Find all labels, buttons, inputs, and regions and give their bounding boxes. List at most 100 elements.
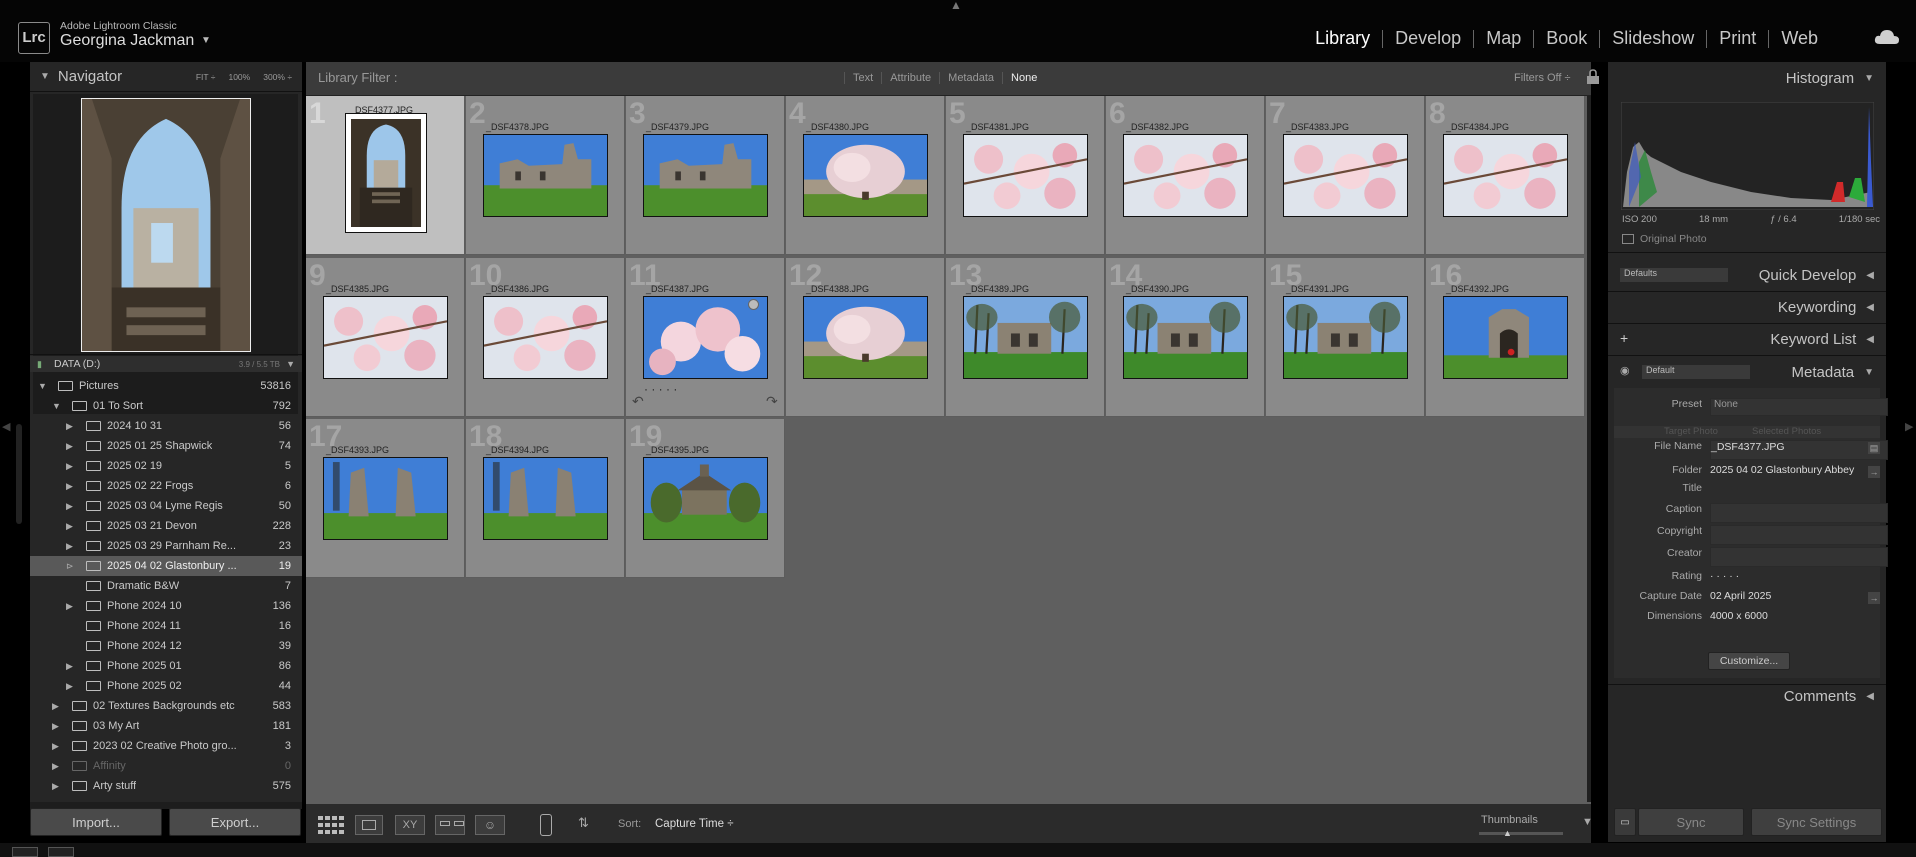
expand-arrow-icon[interactable]: ▶: [66, 421, 73, 432]
folder-row[interactable]: ▶ 2023 02 Creative Photo gro... 3: [30, 736, 302, 756]
expand-arrow-icon[interactable]: ▶: [66, 521, 73, 532]
filter-attribute[interactable]: Attribute: [890, 72, 931, 84]
photo-thumbnail[interactable]: [483, 295, 608, 379]
folder-row[interactable]: ▶ 2024 10 31 56: [30, 416, 302, 436]
expand-arrow-icon[interactable]: ▶: [66, 441, 73, 452]
selected-photos-tab[interactable]: Selected Photos: [1752, 426, 1821, 437]
survey-view-icon[interactable]: [435, 815, 465, 835]
export-button[interactable]: Export...: [169, 808, 301, 836]
metadata-action-icon[interactable]: →: [1868, 592, 1880, 604]
filters-off-dropdown[interactable]: Filters Off ÷: [1514, 72, 1571, 84]
expand-arrow-icon[interactable]: ▶: [52, 761, 59, 772]
sort-dropdown[interactable]: Capture Time ÷: [655, 818, 734, 830]
grid-view-icon[interactable]: [317, 815, 345, 835]
expand-arrow-icon[interactable]: ▼: [38, 381, 47, 391]
folder-row[interactable]: ▶ 02 Textures Backgrounds etc 583: [30, 696, 302, 716]
expand-arrow-icon[interactable]: ▶: [66, 601, 73, 612]
folder-row[interactable]: ▶ 2025 03 21 Devon 228: [30, 516, 302, 536]
thumbnail-cell[interactable]: 15 _DSF4391.JPG: [1266, 257, 1425, 417]
module-print[interactable]: Print: [1707, 28, 1768, 49]
metadata-value[interactable]: 4000 x 6000: [1710, 610, 1888, 628]
folder-row[interactable]: Phone 2024 11 16: [30, 616, 302, 636]
thumbnail-cell[interactable]: 18 _DSF4394.JPG: [466, 419, 625, 578]
module-web[interactable]: Web: [1769, 28, 1830, 49]
photo-thumbnail[interactable]: [1443, 295, 1568, 379]
toolbar-menu-icon[interactable]: ▼: [1582, 816, 1593, 828]
expand-arrow-icon[interactable]: ▶: [66, 461, 73, 472]
folder-row[interactable]: ▼ 01 To Sort 792: [30, 396, 302, 416]
expand-arrow-icon[interactable]: ▶: [52, 721, 59, 732]
expand-arrow-icon[interactable]: ▼: [52, 401, 61, 411]
collapse-top-panel-icon[interactable]: ▲: [950, 0, 962, 12]
photo-thumbnail[interactable]: [1123, 134, 1248, 217]
folder-row[interactable]: ▶ Phone 2025 01 86: [30, 656, 302, 676]
photo-thumbnail[interactable]: [963, 134, 1088, 217]
photo-thumbnail[interactable]: [1123, 295, 1248, 379]
photo-thumbnail[interactable]: [483, 457, 608, 540]
module-develop[interactable]: Develop: [1383, 28, 1473, 49]
module-library[interactable]: Library: [1303, 28, 1382, 49]
folder-row[interactable]: ▼ Pictures 53816: [30, 376, 302, 396]
left-scrollbar-track[interactable]: [16, 424, 22, 524]
star-rating[interactable]: · · · · ·: [644, 382, 677, 396]
rotate-right-icon[interactable]: ↷: [766, 393, 778, 410]
expand-arrow-icon[interactable]: ▶: [52, 781, 59, 792]
photo-thumbnail[interactable]: [345, 113, 427, 233]
thumbnail-cell[interactable]: 1 _DSF4377.JPG: [306, 96, 465, 255]
expand-arrow-icon[interactable]: ▶: [52, 741, 59, 752]
metadata-action-icon[interactable]: →: [1868, 466, 1880, 478]
metadata-value[interactable]: · · · · ·: [1710, 570, 1888, 588]
metadata-action-icon[interactable]: ▤: [1868, 442, 1880, 454]
folder-row[interactable]: ▶ 2025 02 22 Frogs 6: [30, 476, 302, 496]
folder-row[interactable]: ▶ 2025 01 25 Shapwick 74: [30, 436, 302, 456]
photo-thumbnail[interactable]: [643, 457, 768, 540]
thumbnail-cell[interactable]: 4 _DSF4380.JPG: [786, 96, 945, 255]
import-button[interactable]: Import...: [30, 808, 162, 836]
lock-icon[interactable]: [1586, 69, 1600, 85]
navigator-image[interactable]: [81, 98, 251, 352]
sync-toggle-icon[interactable]: ▭: [1614, 808, 1636, 836]
module-book[interactable]: Book: [1534, 28, 1599, 49]
expand-arrow-icon[interactable]: ▶: [66, 481, 73, 492]
thumbnail-cell[interactable]: 11 _DSF4387.JPG · · · · · ↶ ↷: [626, 257, 785, 417]
photo-thumbnail[interactable]: [643, 134, 768, 217]
thumbnail-size-handle[interactable]: ▲: [1503, 828, 1512, 838]
thumbnail-cell[interactable]: 2 _DSF4378.JPG: [466, 96, 625, 255]
folder-row[interactable]: ▶ Phone 2024 10 136: [30, 596, 302, 616]
metadata-collapse-icon[interactable]: ▼: [1864, 367, 1874, 378]
thumbnail-cell[interactable]: 9 _DSF4385.JPG: [306, 257, 465, 417]
photo-thumbnail[interactable]: [1283, 134, 1408, 217]
identity-dropdown-icon[interactable]: ▼: [201, 35, 211, 46]
quick-collection-icon[interactable]: [748, 298, 759, 310]
quick-develop-header[interactable]: Quick Develop ◀: [1608, 259, 1886, 291]
metadata-value[interactable]: 2025 04 02 Glastonbury Abbey: [1710, 464, 1888, 482]
target-photo-tab[interactable]: Target Photo: [1664, 426, 1718, 437]
thumbnail-size-slider[interactable]: [1479, 832, 1563, 835]
expand-arrow-icon[interactable]: ▶: [66, 681, 73, 692]
thumbnail-cell[interactable]: 3 _DSF4379.JPG: [626, 96, 785, 255]
people-view-icon[interactable]: ☺: [475, 815, 505, 835]
expand-arrow-icon[interactable]: ⊳: [66, 561, 74, 572]
metadata-header[interactable]: Metadata ▼: [1608, 356, 1886, 388]
comments-collapse-icon[interactable]: ◀: [1866, 691, 1874, 702]
module-slideshow[interactable]: Slideshow: [1600, 28, 1706, 49]
thumbnail-cell[interactable]: 7 _DSF4383.JPG: [1266, 96, 1425, 255]
folder-row[interactable]: ▶ Arty stuff 575: [30, 776, 302, 796]
grid-scrollbar[interactable]: [1587, 96, 1591, 802]
metadata-value[interactable]: [1710, 503, 1888, 523]
module-map[interactable]: Map: [1474, 28, 1533, 49]
painter-icon[interactable]: [540, 814, 552, 836]
expand-arrow-icon[interactable]: ▶: [66, 661, 73, 672]
histogram-collapse-icon[interactable]: ▼: [1864, 73, 1874, 84]
comments-header[interactable]: Comments ◀: [1608, 680, 1886, 712]
zoom-option-0[interactable]: FIT ÷: [196, 72, 216, 82]
thumbnail-cell[interactable]: 6 _DSF4382.JPG: [1106, 96, 1265, 255]
thumbnail-cell[interactable]: 12 _DSF4388.JPG: [786, 257, 945, 417]
thumbnail-cell[interactable]: 13 _DSF4389.JPG: [946, 257, 1105, 417]
folder-row[interactable]: Dramatic B&W 7: [30, 576, 302, 596]
histogram-graph[interactable]: [1621, 102, 1874, 210]
thumbnail-cell[interactable]: 16 _DSF4392.JPG: [1426, 257, 1585, 417]
identity-plate[interactable]: Georgina Jackman: [60, 32, 194, 50]
thumbnail-cell[interactable]: 19 _DSF4395.JPG: [626, 419, 785, 578]
histogram-header[interactable]: Histogram ▼: [1608, 62, 1886, 94]
